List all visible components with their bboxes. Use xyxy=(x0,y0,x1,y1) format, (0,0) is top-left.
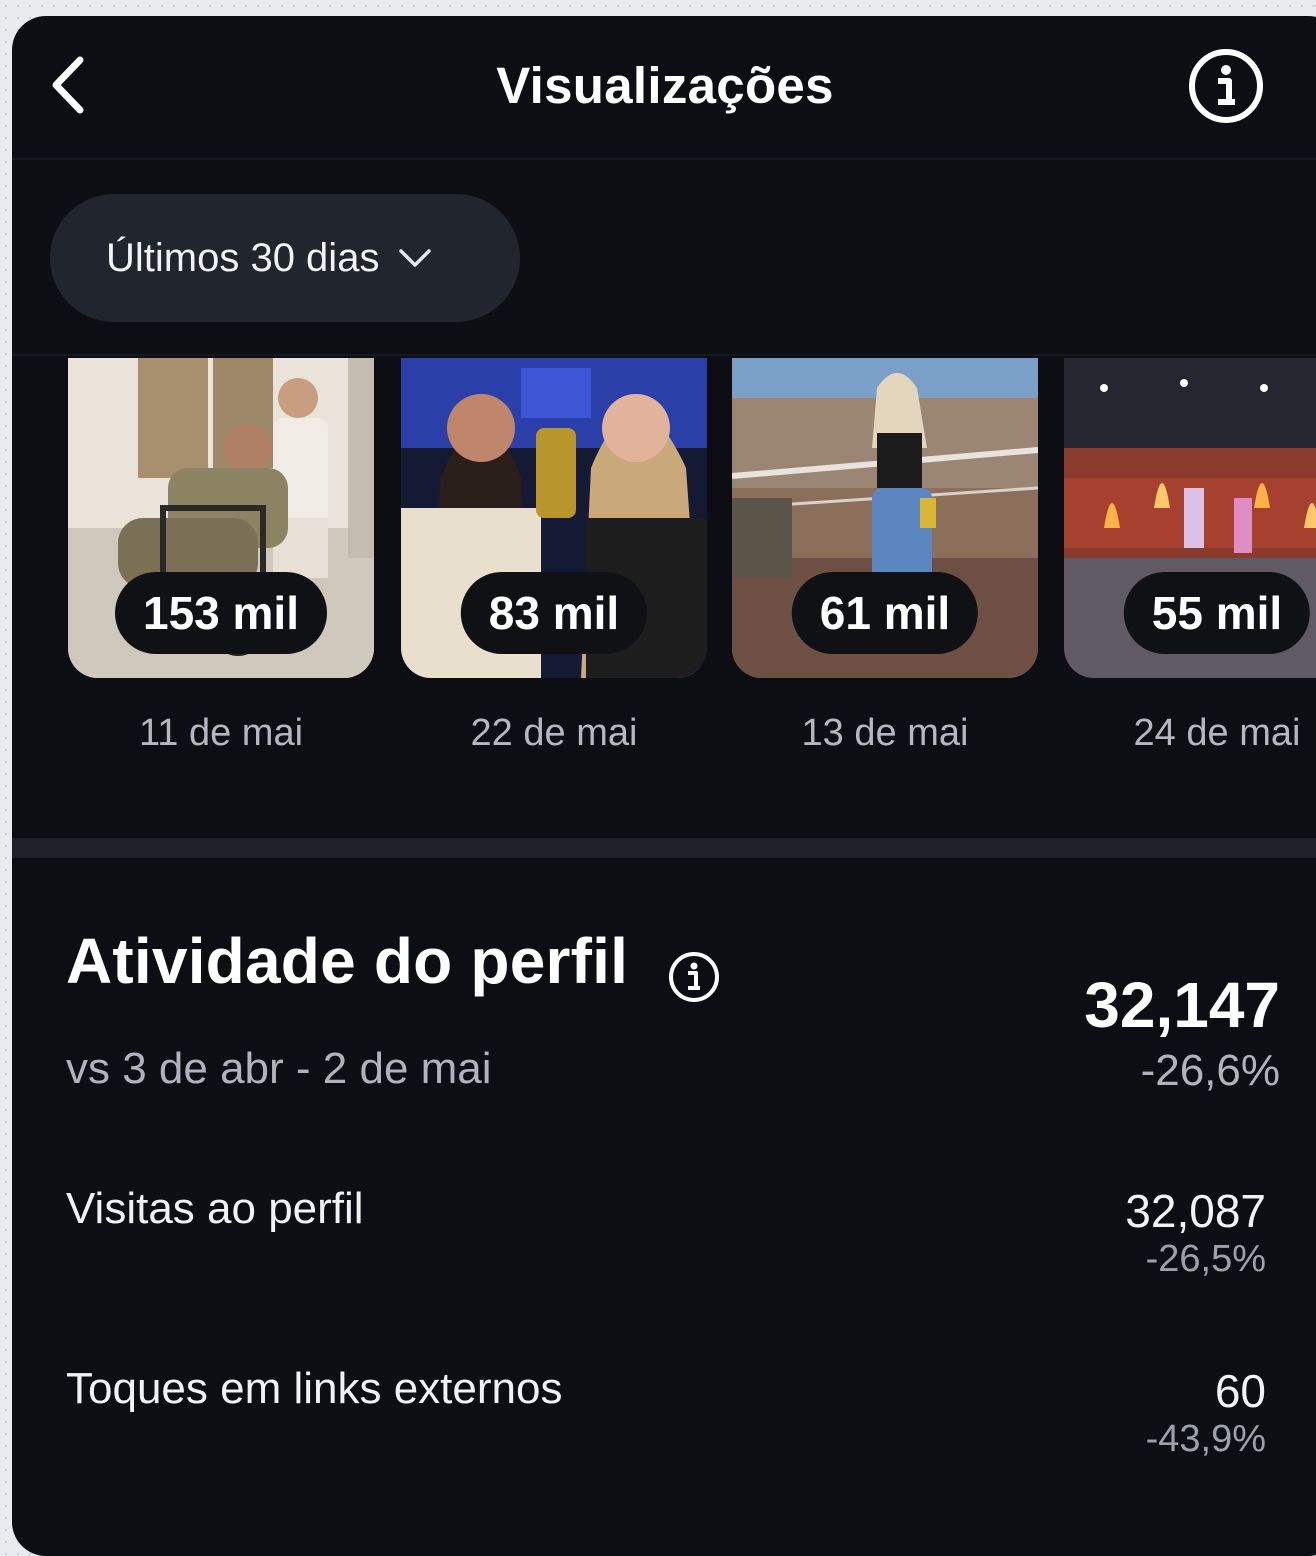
post-thumbnail: 61 mil xyxy=(732,358,1038,678)
post-card[interactable]: 55 mil 24 de mai xyxy=(1064,358,1316,754)
comparison-period: vs 3 de abr - 2 de mai xyxy=(66,1044,492,1093)
post-date: 13 de mai xyxy=(801,712,969,754)
date-range-label: Últimos 30 dias xyxy=(106,235,380,280)
metric-row[interactable]: Visitas ao perfil 32,087 -26,5% xyxy=(12,1184,1266,1304)
post-date: 11 de mai xyxy=(138,712,304,754)
activity-total: 32,147 xyxy=(1084,969,1280,1041)
divider xyxy=(12,354,1316,356)
metric-value: 32,087 xyxy=(1125,1185,1266,1237)
post-date: 22 de mai xyxy=(470,712,638,754)
views-badge: 83 mil xyxy=(460,572,648,654)
views-badge: 153 mil xyxy=(115,572,327,654)
views-badge: 61 mil xyxy=(791,572,979,654)
post-thumbnail: 83 mil xyxy=(401,358,707,678)
post-card[interactable]: 61 mil 13 de mai xyxy=(732,358,1038,754)
metric-label: Toques em links externos xyxy=(66,1364,563,1413)
info-circle-icon xyxy=(669,952,719,1002)
info-button[interactable] xyxy=(1186,46,1266,126)
metric-change: -43,9% xyxy=(1145,1418,1266,1460)
metric-change: -26,5% xyxy=(1145,1238,1266,1280)
chevron-down-icon xyxy=(397,247,433,269)
activity-change: -26,6% xyxy=(1140,1046,1280,1095)
info-circle-icon xyxy=(1189,49,1263,123)
section-divider xyxy=(12,838,1316,858)
metric-value: 60 xyxy=(1214,1365,1266,1417)
post-card[interactable]: 83 mil 22 de mai xyxy=(401,358,707,754)
post-date: 24 de mai xyxy=(1133,712,1301,754)
top-posts-carousel[interactable]: 153 mil 11 de mai 83 mil 22 de mai 61 mi… xyxy=(12,358,1316,768)
post-thumbnail: 55 mil xyxy=(1064,358,1316,678)
views-badge: 55 mil xyxy=(1123,572,1311,654)
views-screen: Visualizações Últimos 30 dias 153 mil 11… xyxy=(12,16,1316,1556)
date-range-dropdown[interactable]: Últimos 30 dias xyxy=(50,194,520,322)
section-title: Atividade do perfil xyxy=(66,925,629,997)
header-bar: Visualizações xyxy=(12,16,1316,160)
page-title: Visualizações xyxy=(496,57,834,114)
post-thumbnail: 153 mil xyxy=(68,358,374,678)
metric-row[interactable]: Toques em links externos 60 -43,9% xyxy=(12,1364,1266,1484)
metric-label: Visitas ao perfil xyxy=(66,1184,364,1233)
activity-info-button[interactable] xyxy=(667,950,721,1004)
post-card[interactable]: 153 mil 11 de mai xyxy=(68,358,374,754)
